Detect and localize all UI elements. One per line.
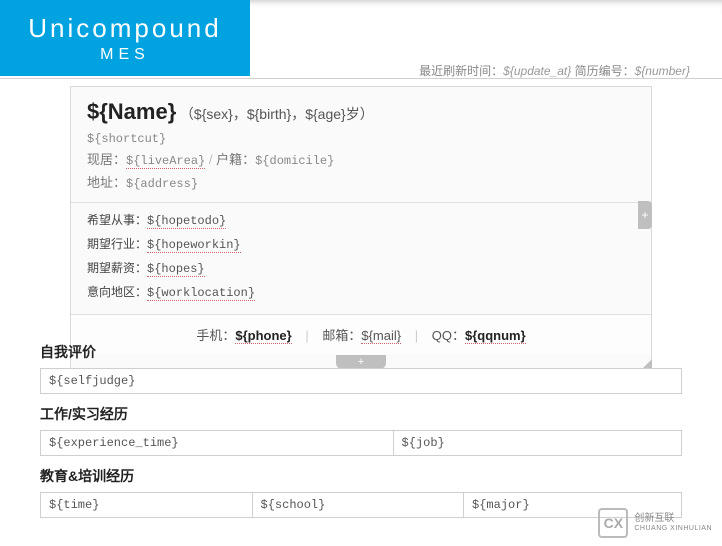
education-title: 教育&培训经历: [40, 462, 682, 492]
brand-line1: Unicompound: [28, 13, 221, 44]
name-sub: （${sex}，${birth}，${age}岁）: [180, 106, 374, 122]
work-history-title: 工作/实习经历: [40, 400, 682, 430]
wish-block: 希望从事：${hopetodo} 期望行业：${hopeworkin} 期望薪资…: [71, 202, 651, 314]
name-field: ${Name}: [87, 99, 176, 124]
profile-editor[interactable]: + ${Name} （${sex}，${birth}，${age}岁） ${sh…: [70, 86, 652, 369]
edu-school-cell[interactable]: ${school}: [252, 493, 464, 518]
self-evaluation-title: 自我评价: [40, 338, 682, 368]
experience-time-cell[interactable]: ${experience_time}: [41, 431, 394, 456]
brand-logo: Unicompound MES: [0, 0, 250, 76]
watermark: CX 创新互联 CHUANG XINHULIAN: [598, 508, 712, 538]
refresh-label: 最近刷新时间：: [419, 64, 503, 78]
self-evaluation-table[interactable]: ${selfjudge}: [40, 368, 682, 394]
refresh-value: ${update_at}: [503, 64, 571, 78]
number-value: ${number}: [635, 64, 690, 78]
brand-line2: MES: [100, 46, 150, 64]
shortcut-field: ${shortcut}: [87, 129, 635, 149]
meta-bar: 最近刷新时间：${update_at} 简历编号：${number}: [419, 62, 690, 79]
education-table[interactable]: ${time} ${school} ${major}: [40, 492, 682, 518]
work-history-table[interactable]: ${experience_time} ${job}: [40, 430, 682, 456]
job-cell[interactable]: ${job}: [393, 431, 681, 456]
edu-time-cell[interactable]: ${time}: [41, 493, 253, 518]
watermark-icon: CX: [598, 508, 628, 538]
selfjudge-cell[interactable]: ${selfjudge}: [41, 369, 682, 394]
expand-right-handle[interactable]: +: [638, 201, 652, 229]
address-row: 地址：${address}: [87, 172, 635, 194]
number-label: 简历编号：: [575, 64, 635, 78]
residence-row: 现居：${liveArea} / 户籍：${domicile}: [87, 149, 635, 171]
